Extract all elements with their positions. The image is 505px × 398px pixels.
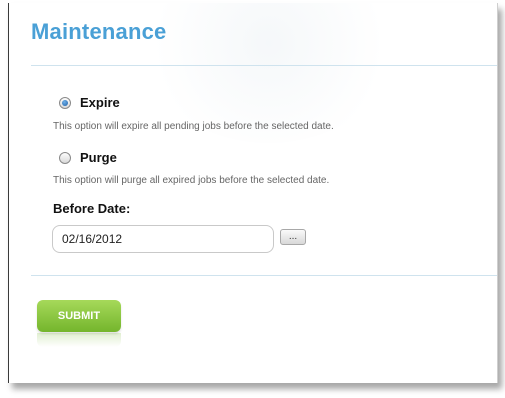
purge-option[interactable]: Purge <box>59 150 117 165</box>
expire-label[interactable]: Expire <box>80 95 120 110</box>
divider-bottom <box>31 275 497 276</box>
divider-top <box>31 65 497 66</box>
purge-label[interactable]: Purge <box>80 150 117 165</box>
page-title: Maintenance <box>31 19 167 44</box>
submit-reflection <box>37 333 121 347</box>
expire-radio[interactable] <box>59 96 71 109</box>
submit-button[interactable]: SUBMIT <box>37 300 121 332</box>
maintenance-panel: Maintenance Expire This option will expi… <box>8 3 498 383</box>
purge-description: This option will purge all expired jobs … <box>53 175 330 186</box>
expire-description: This option will expire all pending jobs… <box>53 121 334 132</box>
date-picker-button[interactable]: ... <box>280 229 306 245</box>
before-date-input[interactable] <box>52 225 274 253</box>
expire-option[interactable]: Expire <box>59 95 120 110</box>
purge-radio[interactable] <box>59 151 71 164</box>
before-date-label: Before Date: <box>53 201 131 216</box>
